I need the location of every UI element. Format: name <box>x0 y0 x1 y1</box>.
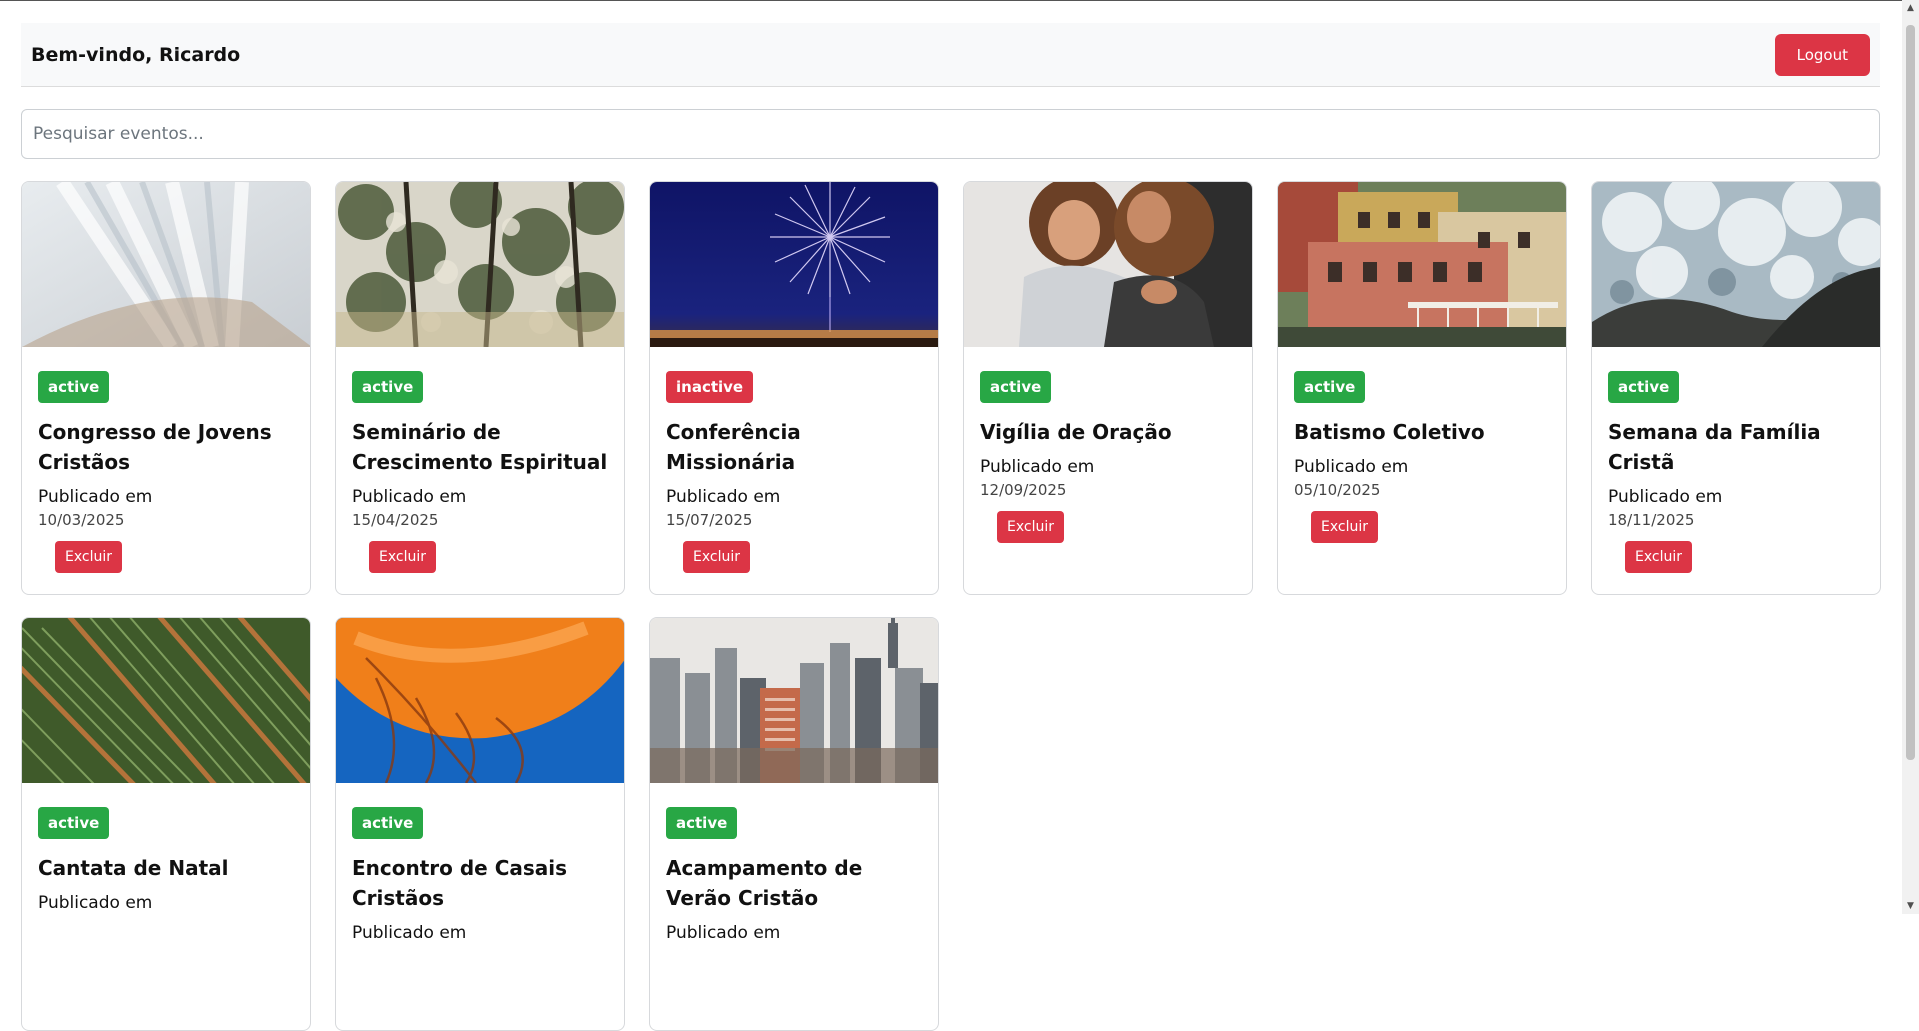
page-container: Bem-vindo, Ricardo Logout active Congress… <box>21 23 1881 1031</box>
event-image <box>964 182 1252 347</box>
published-date: 12/09/2025 <box>980 481 1067 499</box>
status-badge: active <box>38 807 110 839</box>
status-badge: active <box>1294 371 1366 403</box>
event-title: Vigília de Oração <box>980 420 1172 444</box>
published-date: 18/11/2025 <box>1608 511 1695 529</box>
event-card-body: active Cantata de Natal Publicado em <box>22 783 310 931</box>
delete-button[interactable]: Excluir <box>683 541 750 573</box>
event-title: Conferência Missionária <box>666 420 801 474</box>
logout-button[interactable]: Logout <box>1774 33 1870 76</box>
scroll-down-arrow-icon[interactable]: ▼ <box>1902 898 1919 914</box>
event-card: inactive Conferência Missionária Publicado… <box>649 181 939 595</box>
event-card-body: active Acampamento de Verão Cristão Public… <box>650 783 938 961</box>
event-card: active Vigília de Oração Publicado em 12/09… <box>963 181 1253 595</box>
navbar: Bem-vindo, Ricardo Logout <box>21 23 1880 87</box>
event-card: active Acampamento de Verão Cristão Public… <box>649 617 939 1031</box>
welcome-text: Bem-vindo, Ricardo <box>31 43 241 66</box>
event-card: active Semana da Família Cristã Publicado … <box>1591 181 1881 595</box>
status-badge: active <box>980 371 1052 403</box>
delete-button[interactable]: Excluir <box>1625 541 1692 573</box>
event-image <box>1592 182 1880 347</box>
event-grid: active Congresso de Jovens Cristãos Public… <box>21 181 1881 1031</box>
vertical-scrollbar[interactable]: ▲ ▼ <box>1902 0 1919 914</box>
status-badge: active <box>666 807 738 839</box>
search-input[interactable] <box>21 109 1880 159</box>
published-date: 10/03/2025 <box>38 511 125 529</box>
event-image <box>650 618 938 783</box>
event-card: active Seminário de Crescimento Espiritua… <box>335 181 625 595</box>
event-title: Acampamento de Verão Cristão <box>666 856 863 910</box>
event-card: active Cantata de Natal Publicado em <box>21 617 311 1031</box>
delete-button[interactable]: Excluir <box>1311 511 1378 543</box>
scrollbar-thumb[interactable] <box>1906 25 1915 760</box>
delete-button[interactable]: Excluir <box>369 541 436 573</box>
published-label: Publicado em <box>352 923 467 943</box>
event-card-body: active Semana da Família Cristã Publicado … <box>1592 347 1880 589</box>
event-title: Congresso de Jovens Cristãos <box>38 420 272 474</box>
status-badge: active <box>352 371 424 403</box>
published-label: Publicado em <box>666 487 781 507</box>
event-card-body: active Encontro de Casais Cristãos Publica… <box>336 783 624 961</box>
event-card-body: active Vigília de Oração Publicado em 12/09… <box>964 347 1252 559</box>
event-title: Cantata de Natal <box>38 856 229 880</box>
published-label: Publicado em <box>38 487 153 507</box>
event-image <box>336 182 624 347</box>
scroll-up-arrow-icon[interactable]: ▲ <box>1902 0 1919 16</box>
event-title: Seminário de Crescimento Espiritual <box>352 420 608 474</box>
event-card-body: active Seminário de Crescimento Espiritua… <box>336 347 624 589</box>
event-card: active Batismo Coletivo Publicado em 05/10/… <box>1277 181 1567 595</box>
delete-button[interactable]: Excluir <box>997 511 1064 543</box>
window-top-border <box>0 0 1919 1</box>
event-card: active Encontro de Casais Cristãos Publica… <box>335 617 625 1031</box>
published-date: 15/04/2025 <box>352 511 439 529</box>
status-badge: active <box>1608 371 1680 403</box>
published-label: Publicado em <box>1608 487 1723 507</box>
event-image <box>336 618 624 783</box>
published-label: Publicado em <box>352 487 467 507</box>
event-image <box>650 182 938 347</box>
event-card: active Congresso de Jovens Cristãos Public… <box>21 181 311 595</box>
published-date: 15/07/2025 <box>666 511 753 529</box>
published-label: Publicado em <box>980 457 1095 477</box>
event-image <box>1278 182 1566 347</box>
event-title: Encontro de Casais Cristãos <box>352 856 568 910</box>
event-title: Semana da Família Cristã <box>1608 420 1821 474</box>
published-label: Publicado em <box>38 893 153 913</box>
event-image <box>22 618 310 783</box>
status-badge: active <box>38 371 110 403</box>
event-image <box>22 182 310 347</box>
event-card-body: inactive Conferência Missionária Publicado… <box>650 347 938 589</box>
status-badge: active <box>352 807 424 839</box>
delete-button[interactable]: Excluir <box>55 541 122 573</box>
event-card-body: active Congresso de Jovens Cristãos Public… <box>22 347 310 589</box>
event-card-body: active Batismo Coletivo Publicado em 05/10/… <box>1278 347 1566 559</box>
published-label: Publicado em <box>1294 457 1409 477</box>
event-title: Batismo Coletivo <box>1294 420 1485 444</box>
published-date: 05/10/2025 <box>1294 481 1381 499</box>
published-label: Publicado em <box>666 923 781 943</box>
status-badge: inactive <box>666 371 754 403</box>
